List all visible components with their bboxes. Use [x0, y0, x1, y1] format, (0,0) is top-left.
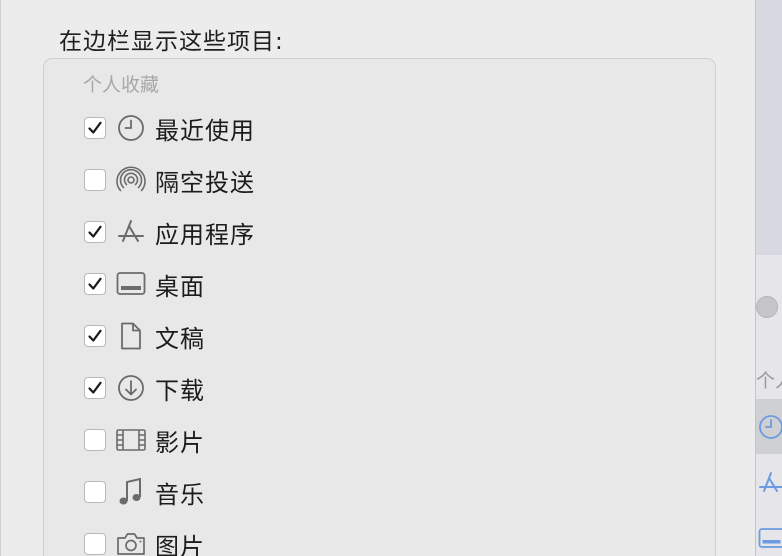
airdrop-checkbox[interactable]	[84, 169, 106, 191]
background-finder-window: 个人	[756, 0, 782, 556]
movies-label: 影片	[155, 428, 205, 457]
sidebar-option-applications[interactable]: 应用程序	[84, 212, 255, 252]
sidebar-option-recents[interactable]: 最近使用	[84, 108, 255, 148]
documents-checkbox[interactable]	[84, 325, 106, 347]
airdrop-icon	[116, 165, 146, 195]
applications-icon	[116, 217, 146, 247]
recents-label: 最近使用	[155, 116, 255, 145]
background-window-titlebar	[756, 0, 782, 255]
airdrop-label: 隔空投送	[155, 168, 255, 197]
downloads-label: 下载	[155, 376, 205, 405]
music-label: 音乐	[155, 480, 205, 509]
checkmark-icon	[88, 121, 102, 134]
download-icon	[116, 373, 146, 403]
sidebar-option-airdrop[interactable]: 隔空投送	[84, 160, 255, 200]
clock-icon	[758, 414, 782, 440]
movies-checkbox[interactable]	[84, 429, 106, 451]
background-sidebar-header: 个人	[756, 370, 782, 392]
camera-icon	[116, 529, 146, 556]
sidebar-section-title: 在边栏显示这些项目:	[59, 29, 284, 55]
window-control-button[interactable]	[756, 296, 778, 318]
checkmark-icon	[88, 329, 102, 342]
desktop-label: 桌面	[155, 272, 205, 301]
music-checkbox[interactable]	[84, 481, 106, 503]
desktop-checkbox[interactable]	[84, 273, 106, 295]
checkmark-icon	[88, 225, 102, 238]
film-icon	[116, 425, 146, 455]
desktop-icon	[758, 526, 782, 552]
clock-icon	[116, 113, 146, 143]
music-icon	[116, 477, 146, 507]
desktop-icon	[116, 269, 146, 299]
downloads-checkbox[interactable]	[84, 377, 106, 399]
pictures-checkbox[interactable]	[84, 533, 106, 555]
sidebar-option-documents[interactable]: 文稿	[84, 316, 205, 356]
screen: 在边栏显示这些项目: 个人收藏 最近使用 隔空投送 应用程序 桌面 文稿 下载 …	[0, 0, 782, 556]
sidebar-option-downloads[interactable]: 下载	[84, 368, 205, 408]
sidebar-option-pictures[interactable]: 图片	[84, 524, 205, 556]
document-icon	[116, 321, 146, 351]
pictures-label: 图片	[155, 532, 205, 556]
sidebar-option-movies[interactable]: 影片	[84, 420, 205, 460]
sidebar-option-desktop[interactable]: 桌面	[84, 264, 205, 304]
checkmark-icon	[88, 381, 102, 394]
finder-preferences-window: 在边栏显示这些项目: 个人收藏 最近使用 隔空投送 应用程序 桌面 文稿 下载 …	[0, 0, 756, 556]
checkmark-icon	[88, 277, 102, 290]
favorites-group-header: 个人收藏	[83, 74, 160, 96]
recents-checkbox[interactable]	[84, 117, 106, 139]
applications-checkbox[interactable]	[84, 221, 106, 243]
documents-label: 文稿	[155, 324, 205, 353]
sidebar-option-music[interactable]: 音乐	[84, 472, 205, 512]
applications-icon	[758, 470, 782, 496]
applications-label: 应用程序	[155, 220, 255, 249]
